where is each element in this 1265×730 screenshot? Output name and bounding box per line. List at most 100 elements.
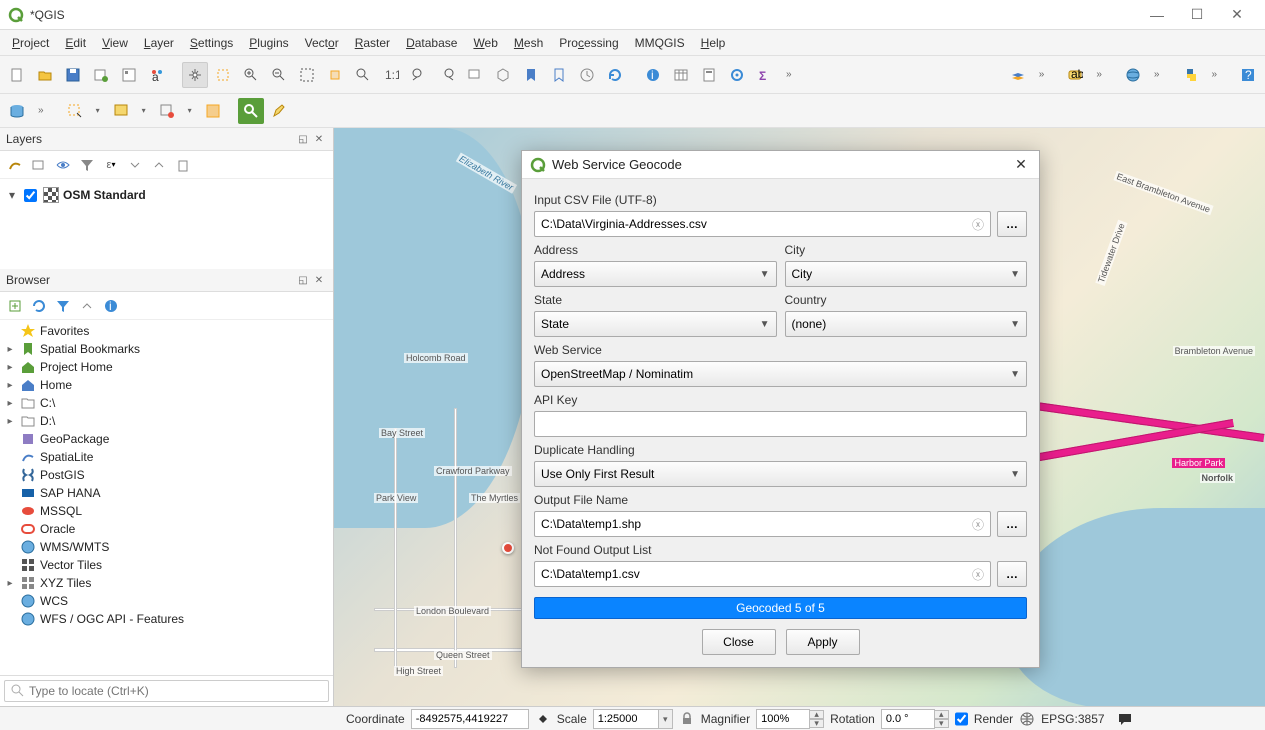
browser-item[interactable]: ▸Spatial Bookmarks bbox=[4, 340, 329, 358]
dup-select[interactable]: Use Only First Result▼ bbox=[534, 461, 1027, 487]
magnifier-input[interactable]: ▴▾ bbox=[756, 709, 824, 729]
clear-icon[interactable]: ⓧ bbox=[972, 216, 984, 233]
python-console-button[interactable] bbox=[1177, 62, 1203, 88]
toolbar-overflow-5[interactable]: » bbox=[1205, 69, 1223, 80]
temporal-button[interactable] bbox=[574, 62, 600, 88]
new-3d-view-button[interactable] bbox=[490, 62, 516, 88]
lock-scale-icon[interactable] bbox=[679, 711, 695, 727]
browser-item[interactable]: WMS/WMTS bbox=[4, 538, 329, 556]
dialog-titlebar[interactable]: Web Service Geocode ✕ bbox=[522, 151, 1039, 179]
notfound-field[interactable]: ⓧ bbox=[534, 561, 991, 587]
output-file-browse-button[interactable]: … bbox=[997, 511, 1027, 537]
browser-properties-icon[interactable]: i bbox=[100, 295, 122, 317]
zoom-next-button[interactable] bbox=[434, 62, 460, 88]
menu-web[interactable]: Web bbox=[467, 33, 503, 53]
clear-icon[interactable]: ⓧ bbox=[972, 516, 984, 533]
country-select[interactable]: (none)▼ bbox=[785, 311, 1028, 337]
expand-icon[interactable]: ▸ bbox=[4, 380, 16, 391]
expand-icon[interactable]: ▸ bbox=[4, 398, 16, 409]
refresh-button[interactable] bbox=[602, 62, 628, 88]
deselect-dropdown[interactable]: ▾ bbox=[182, 106, 198, 115]
browser-item[interactable]: GeoPackage bbox=[4, 430, 329, 448]
crs-text[interactable]: EPSG:3857 bbox=[1041, 712, 1104, 726]
zoom-out-button[interactable] bbox=[266, 62, 292, 88]
crs-icon[interactable] bbox=[1019, 711, 1035, 727]
select-dropdown[interactable]: ▾ bbox=[90, 106, 106, 115]
menu-mesh[interactable]: Mesh bbox=[508, 33, 549, 53]
new-map-view-button[interactable] bbox=[462, 62, 488, 88]
expand-icon[interactable]: ▸ bbox=[4, 416, 16, 427]
browser-item[interactable]: ▸XYZ Tiles bbox=[4, 574, 329, 592]
measure-button[interactable] bbox=[238, 98, 264, 124]
toolbar-overflow-4[interactable]: » bbox=[1148, 69, 1166, 80]
browser-item[interactable]: MSSQL bbox=[4, 502, 329, 520]
save-project-button[interactable] bbox=[60, 62, 86, 88]
identify-button[interactable]: i bbox=[640, 62, 666, 88]
layer-expression-icon[interactable]: ε▾ bbox=[100, 154, 122, 176]
minimize-button[interactable]: — bbox=[1137, 7, 1177, 23]
expand-icon[interactable]: ▸ bbox=[4, 362, 16, 373]
toolbox-button[interactable] bbox=[724, 62, 750, 88]
apply-button[interactable]: Apply bbox=[786, 629, 860, 655]
browser-item[interactable]: Vector Tiles bbox=[4, 556, 329, 574]
layer-expand-icon[interactable] bbox=[124, 154, 146, 176]
new-bookmark-button[interactable] bbox=[518, 62, 544, 88]
layer-checkbox[interactable] bbox=[24, 189, 37, 202]
input-csv-field[interactable]: ⓧ bbox=[534, 211, 991, 237]
show-bookmarks-button[interactable] bbox=[546, 62, 572, 88]
menu-raster[interactable]: Raster bbox=[349, 33, 396, 53]
input-csv-browse-button[interactable]: … bbox=[997, 211, 1027, 237]
browser-collapse-icon[interactable] bbox=[76, 295, 98, 317]
style-manager-button[interactable]: a bbox=[144, 62, 170, 88]
pan-button[interactable] bbox=[182, 62, 208, 88]
close-button[interactable]: Close bbox=[702, 629, 776, 655]
toolbar-overflow-1[interactable]: » bbox=[780, 69, 798, 80]
attributes-table-button[interactable] bbox=[668, 62, 694, 88]
close-button[interactable]: ✕ bbox=[1217, 6, 1257, 23]
statistics-button[interactable]: Σ bbox=[752, 62, 778, 88]
select-by-value-button[interactable] bbox=[108, 98, 134, 124]
menu-project[interactable]: Project bbox=[6, 33, 55, 53]
label-tool-button[interactable]: abc bbox=[1062, 62, 1088, 88]
edit-toggle-button[interactable] bbox=[266, 98, 292, 124]
browser-item[interactable]: WFS / OGC API - Features bbox=[4, 610, 329, 628]
rotation-input[interactable]: ▴▾ bbox=[881, 709, 949, 729]
pan-to-selection-button[interactable] bbox=[210, 62, 236, 88]
browser-item[interactable]: ▸Project Home bbox=[4, 358, 329, 376]
zoom-selection-button[interactable] bbox=[322, 62, 348, 88]
layers-undock-button[interactable]: ◱ bbox=[295, 134, 311, 145]
layer-filter-icon[interactable] bbox=[76, 154, 98, 176]
output-file-field[interactable]: ⓧ bbox=[534, 511, 991, 537]
browser-item[interactable]: ▸C:\ bbox=[4, 394, 329, 412]
menu-mmqgis[interactable]: MMQGIS bbox=[629, 33, 691, 53]
help-button[interactable]: ? bbox=[1235, 62, 1261, 88]
menu-plugins[interactable]: Plugins bbox=[243, 33, 294, 53]
browser-item[interactable]: WCS bbox=[4, 592, 329, 610]
new-print-layout-button[interactable] bbox=[88, 62, 114, 88]
browser-tree[interactable]: Favorites▸Spatial Bookmarks▸Project Home… bbox=[0, 320, 333, 675]
layer-row[interactable]: ▾ OSM Standard bbox=[6, 185, 327, 205]
menu-help[interactable]: Help bbox=[695, 33, 732, 53]
layer-collapse-icon[interactable] bbox=[148, 154, 170, 176]
state-select[interactable]: State▼ bbox=[534, 311, 777, 337]
browser-refresh-icon[interactable] bbox=[28, 295, 50, 317]
layer-styling-button[interactable] bbox=[1005, 62, 1031, 88]
browser-item[interactable]: Oracle bbox=[4, 520, 329, 538]
webservice-select[interactable]: OpenStreetMap / Nominatim▼ bbox=[534, 361, 1027, 387]
layers-close-button[interactable]: ✕ bbox=[311, 134, 327, 145]
new-project-button[interactable] bbox=[4, 62, 30, 88]
data-source-manager-button[interactable] bbox=[4, 98, 30, 124]
layer-style-icon[interactable] bbox=[4, 154, 26, 176]
address-select[interactable]: Address▼ bbox=[534, 261, 777, 287]
toolbar-overflow-3[interactable]: » bbox=[1090, 69, 1108, 80]
toolbar2-overflow-1[interactable]: » bbox=[32, 105, 50, 116]
menu-database[interactable]: Database bbox=[400, 33, 463, 53]
select-features-button[interactable] bbox=[62, 98, 88, 124]
menu-layer[interactable]: Layer bbox=[138, 33, 180, 53]
locator-input[interactable] bbox=[4, 680, 329, 702]
lock-extent-icon[interactable] bbox=[535, 711, 551, 727]
layer-add-group-icon[interactable] bbox=[28, 154, 50, 176]
menu-settings[interactable]: Settings bbox=[184, 33, 239, 53]
zoom-native-button[interactable]: 1:1 bbox=[378, 62, 404, 88]
zoom-layer-button[interactable] bbox=[350, 62, 376, 88]
